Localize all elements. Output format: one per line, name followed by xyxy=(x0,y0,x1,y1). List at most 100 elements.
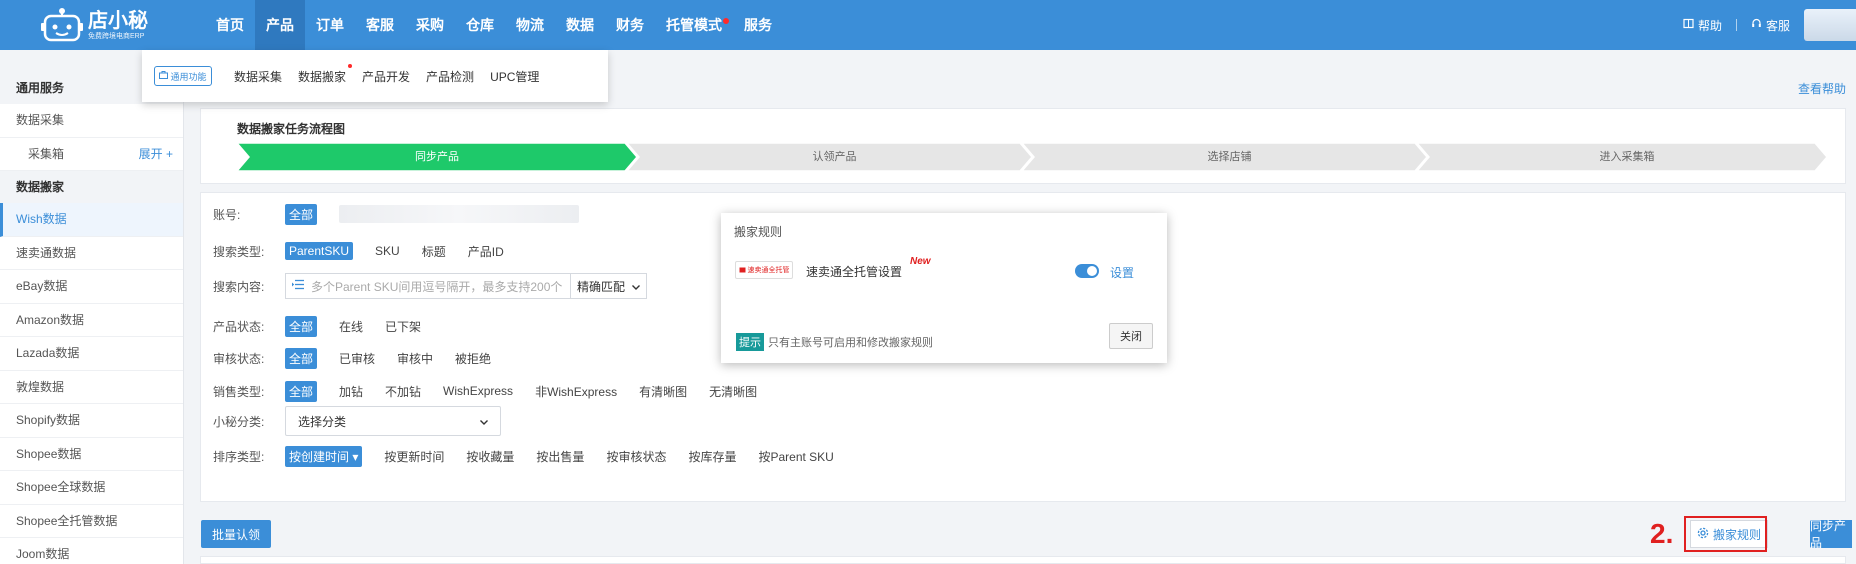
nav-data[interactable]: 数据 xyxy=(555,0,605,50)
avatar[interactable] xyxy=(1804,9,1856,41)
submenu-product-dev[interactable]: 产品开发 xyxy=(362,68,410,85)
review-status-pending[interactable]: 审核中 xyxy=(397,350,433,367)
sale-type-no-clear-image[interactable]: 无清晰图 xyxy=(709,383,757,400)
nav-purchase[interactable]: 采购 xyxy=(405,0,455,50)
headset-icon xyxy=(1751,18,1762,32)
sidebar-item-shopee-hosted[interactable]: Shopee全托管数据 xyxy=(0,505,183,538)
product-status-online[interactable]: 在线 xyxy=(339,318,363,335)
dialog-title: 搬家规则 xyxy=(734,225,783,239)
sale-type-non-wishexpress[interactable]: 非WishExpress xyxy=(535,383,617,400)
nav-order[interactable]: 订单 xyxy=(305,0,355,50)
sidebar-item-lazada[interactable]: Lazada数据 xyxy=(0,337,183,371)
nav-service[interactable]: 服务 xyxy=(733,0,783,50)
sort-by-updated[interactable]: 按更新时间 xyxy=(384,448,444,465)
submenu-data-move-label: 数据搬家 xyxy=(298,69,347,84)
filter-label: 排序类型: xyxy=(213,449,265,464)
category-select[interactable]: 选择分类 xyxy=(285,406,501,436)
search-type-title[interactable]: 标题 xyxy=(422,243,446,260)
sale-type-no-diamond[interactable]: 不加钻 xyxy=(385,383,421,400)
filter-sale-type-row: 销售类型: 全部 加钻 不加钻 WishExpress 非WishExpress… xyxy=(213,380,779,402)
nav-finance[interactable]: 财务 xyxy=(605,0,655,50)
filter-review-status-row: 审核状态: 全部 已审核 审核中 被拒绝 xyxy=(213,347,513,369)
review-status-approved[interactable]: 已审核 xyxy=(339,350,375,367)
step-2-annotation: 2. xyxy=(1650,518,1674,549)
sidebar-item-wish[interactable]: Wish数据 xyxy=(0,203,183,237)
account-all-option[interactable]: 全部 xyxy=(285,203,318,225)
nav-logistics[interactable]: 物流 xyxy=(505,0,555,50)
product-status-offline[interactable]: 已下架 xyxy=(385,318,421,335)
sidebar-item-ebay[interactable]: eBay数据 xyxy=(0,270,183,304)
sort-by-favorites[interactable]: 按收藏量 xyxy=(466,448,514,465)
notification-dot xyxy=(723,18,729,24)
sale-type-diamond[interactable]: 加钻 xyxy=(339,383,363,400)
nav-home[interactable]: 首页 xyxy=(205,0,255,50)
search-type-sku[interactable]: SKU xyxy=(375,244,400,258)
filter-account-row: 账号: 全部 xyxy=(213,203,580,225)
search-input[interactable]: 多个Parent SKU间用逗号隔开，最多支持200个 精确匹配 xyxy=(285,273,647,299)
filter-search-type-row: 搜索类型: ParentSKU SKU 标题 产品ID xyxy=(213,240,526,262)
tip-text: 只有主账号可启用和修改搬家规则 xyxy=(768,337,933,349)
submenu-product-check[interactable]: 产品检测 xyxy=(426,68,474,85)
notification-dot xyxy=(348,63,353,68)
expand-toggle[interactable]: 展开 + xyxy=(139,138,173,172)
sidebar-item-dhgate[interactable]: 敦煌数据 xyxy=(0,371,183,404)
filter-label: 产品状态: xyxy=(213,319,265,334)
sort-by-review-status[interactable]: 按审核状态 xyxy=(606,448,666,465)
sort-by-sales[interactable]: 按出售量 xyxy=(536,448,584,465)
sidebar: 通用服务 数据采集 采集箱 展开 + 数据搬家 Wish数据 速卖通数据 eBa… xyxy=(0,72,184,564)
nav-warehouse[interactable]: 仓库 xyxy=(455,0,505,50)
service-link-top[interactable]: 客服 xyxy=(1751,17,1790,34)
logo[interactable]: 店小秘 免费跨境电商ERP xyxy=(40,6,160,44)
sale-type-wishexpress[interactable]: WishExpress xyxy=(443,384,513,398)
sale-type-all[interactable]: 全部 xyxy=(285,380,318,402)
sort-by-parent-sku[interactable]: 按Parent SKU xyxy=(758,448,833,465)
sidebar-item-shopify[interactable]: Shopify数据 xyxy=(0,404,183,438)
tip-badge: 提示 xyxy=(736,333,764,351)
logo-subtitle: 免费跨境电商ERP xyxy=(88,32,145,40)
match-mode-select[interactable]: 精确匹配 xyxy=(570,274,646,298)
sidebar-item-data-collect[interactable]: 数据采集 xyxy=(0,104,183,138)
sync-product-button[interactable]: 同步产品 xyxy=(1810,519,1852,550)
batch-claim-button[interactable]: 批量认领 xyxy=(201,520,271,548)
sidebar-item-amazon[interactable]: Amazon数据 xyxy=(0,304,183,337)
close-button[interactable]: 关闭 xyxy=(1109,323,1153,349)
nav-hosting-mode[interactable]: 托管模式 xyxy=(655,0,733,50)
setting-name: 速卖通全托管设置 xyxy=(806,265,903,279)
sale-type-clear-image[interactable]: 有清晰图 xyxy=(639,383,687,400)
general-function-label: 通用功能 xyxy=(170,71,207,82)
sidebar-item-label: 采集箱 xyxy=(28,146,65,161)
nav-product[interactable]: 产品 xyxy=(255,0,305,50)
search-type-product-id[interactable]: 产品ID xyxy=(468,243,504,260)
sidebar-item-joom[interactable]: Joom数据 xyxy=(0,538,183,564)
filter-search-content-row: 搜索内容: 多个Parent SKU间用逗号隔开，最多支持200个 精确匹配 xyxy=(213,273,647,299)
sort-by-stock[interactable]: 按库存量 xyxy=(688,448,736,465)
review-status-all[interactable]: 全部 xyxy=(285,347,318,369)
submenu-data-collect[interactable]: 数据采集 xyxy=(234,68,282,85)
hosted-toggle-switch[interactable] xyxy=(1075,264,1099,278)
account-list-blurred xyxy=(339,205,580,223)
submenu-upc[interactable]: UPC管理 xyxy=(490,68,539,85)
flow-step-sync: 同步产品 xyxy=(415,151,459,163)
divider xyxy=(1735,19,1737,31)
sort-by-created[interactable]: 按创建时间 ▾ xyxy=(285,445,363,467)
help-link-top[interactable]: 帮助 xyxy=(1683,17,1722,34)
product-status-all[interactable]: 全部 xyxy=(285,315,318,337)
filter-label: 账号: xyxy=(213,207,241,222)
filter-category-row: 小秘分类: 选择分类 xyxy=(213,406,501,436)
sidebar-item-collect-box[interactable]: 采集箱 展开 + xyxy=(0,138,183,172)
highlight-box-2 xyxy=(1684,516,1767,552)
main-nav: 首页 产品 订单 客服 采购 仓库 物流 数据 财务 托管模式 服务 xyxy=(205,0,783,50)
review-status-rejected[interactable]: 被拒绝 xyxy=(455,350,491,367)
sidebar-item-aliexpress[interactable]: 速卖通数据 xyxy=(0,237,183,270)
filter-label: 销售类型: xyxy=(213,384,265,399)
nav-customer-service[interactable]: 客服 xyxy=(355,0,405,50)
settings-link[interactable]: 设置 xyxy=(1110,264,1134,281)
sidebar-item-shopee-global[interactable]: Shopee全球数据 xyxy=(0,471,183,505)
view-help-link[interactable]: 查看帮助 xyxy=(1798,80,1846,97)
flow-step-select-store: 选择店铺 xyxy=(1207,151,1252,163)
search-type-parentsku[interactable]: ParentSKU xyxy=(285,242,354,260)
sidebar-item-shopee[interactable]: Shopee数据 xyxy=(0,438,183,471)
product-submenu: 通用功能 数据采集 数据搬家 产品开发 产品检测 UPC管理 xyxy=(142,50,608,102)
submenu-data-move[interactable]: 数据搬家 xyxy=(298,63,353,85)
caret-down-icon: ▾ xyxy=(352,449,359,464)
